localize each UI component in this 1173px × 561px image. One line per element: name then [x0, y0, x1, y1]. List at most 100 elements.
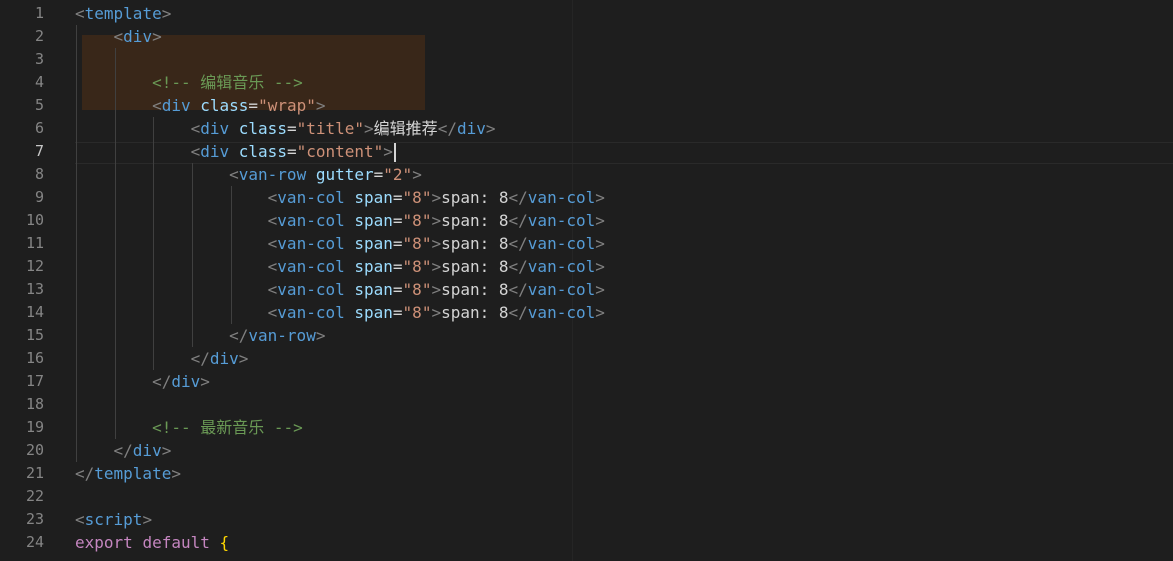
code-token: > — [431, 303, 442, 322]
code-token: > — [364, 119, 374, 138]
code-token: span: 8 — [441, 280, 509, 299]
code-token: van-col — [277, 280, 345, 299]
code-token: = — [286, 119, 297, 138]
code-token: > — [595, 234, 605, 253]
code-token: > — [431, 234, 442, 253]
code-token: template — [94, 464, 172, 483]
code-token: "8" — [402, 188, 432, 207]
code-line[interactable]: <div class="content"> — [75, 140, 1173, 163]
code-editor[interactable]: 1 2 3 4 5 6 7 8 9 10 11 12 13 14 15 16 17 18 19 20 21 22 23 24 … — [0, 0, 1173, 561]
code-line[interactable]: </div> — [75, 370, 1173, 393]
text-cursor — [393, 143, 396, 162]
code-line[interactable]: <div class="wrap"> — [75, 94, 1173, 117]
code-token: script — [84, 510, 143, 529]
code-token: </ — [508, 280, 528, 299]
line-number: 18 — [25, 395, 44, 413]
code-token: <!-- 最新音乐 --> — [152, 418, 303, 437]
code-area[interactable]: <template> <div> <!-- 编辑音乐 --> <div clas… — [75, 2, 1173, 554]
line-number: 4 — [34, 73, 44, 91]
code-token: > — [595, 280, 605, 299]
line-number: 22 — [25, 487, 44, 505]
code-line[interactable]: <van-row gutter="2"> — [75, 163, 1173, 186]
code-line[interactable]: <van-col span="8">span: 8</van-col> — [75, 209, 1173, 232]
line-number: 23 — [25, 510, 44, 528]
code-token: = — [373, 165, 384, 184]
code-token: span: 8 — [441, 211, 509, 230]
code-line[interactable]: </div> — [75, 347, 1173, 370]
code-token: > — [431, 188, 442, 207]
code-token: < — [267, 303, 278, 322]
code-line[interactable]: </div> — [75, 439, 1173, 462]
code-line[interactable]: <template> — [75, 2, 1173, 25]
code-token: < — [267, 280, 278, 299]
code-token: > — [383, 142, 393, 161]
code-token: class — [238, 142, 287, 161]
code-token: </ — [229, 326, 249, 345]
code-token: < — [229, 165, 239, 184]
code-token: van-row — [238, 165, 307, 184]
code-token: van-col — [527, 303, 596, 322]
code-token: span: 8 — [441, 188, 509, 207]
line-number: 13 — [25, 280, 44, 298]
code-line[interactable]: <div> — [75, 25, 1173, 48]
code-line[interactable] — [75, 48, 1173, 71]
code-line[interactable] — [75, 393, 1173, 416]
code-token: { — [219, 533, 230, 552]
code-token: "wrap" — [258, 96, 316, 115]
code-line[interactable]: </template> — [75, 462, 1173, 485]
code-token: = — [392, 303, 403, 322]
code-token: van-col — [527, 280, 596, 299]
code-line[interactable]: <div class="title">编辑推荐</div> — [75, 117, 1173, 140]
code-line[interactable]: </van-row> — [75, 324, 1173, 347]
code-token: </ — [113, 441, 133, 460]
code-token: van-col — [277, 188, 345, 207]
code-token: van-col — [277, 211, 345, 230]
line-number: 24 — [25, 533, 44, 551]
code-token: van-col — [277, 257, 345, 276]
code-token: van-col — [277, 234, 345, 253]
code-token: > — [595, 188, 605, 207]
code-token: > — [161, 441, 172, 460]
code-token: > — [485, 119, 496, 138]
code-token: </ — [508, 188, 528, 207]
code-token: "content" — [296, 142, 384, 161]
code-line[interactable]: <!-- 最新音乐 --> — [75, 416, 1173, 439]
code-token: > — [238, 349, 249, 368]
code-line[interactable]: <van-col span="8">span: 8</van-col> — [75, 255, 1173, 278]
code-token: > — [200, 372, 210, 391]
line-number: 15 — [25, 326, 44, 344]
code-line[interactable]: <van-col span="8">span: 8</van-col> — [75, 301, 1173, 324]
code-line[interactable]: <script> — [75, 508, 1173, 531]
code-token: </ — [190, 349, 210, 368]
line-number: 16 — [25, 349, 44, 367]
line-number-gutter: 1 2 3 4 5 6 7 8 9 10 11 12 13 14 15 16 17 18 19 20 21 22 23 24 — [0, 2, 60, 554]
code-token: = — [392, 211, 403, 230]
code-line[interactable]: export default { — [75, 531, 1173, 554]
code-line[interactable] — [75, 485, 1173, 508]
code-token: export — [75, 533, 133, 552]
code-token: </ — [75, 464, 95, 483]
code-token: div — [132, 441, 162, 460]
code-token: span — [354, 280, 393, 299]
line-number: 6 — [34, 119, 44, 137]
code-token: > — [595, 257, 605, 276]
code-token: </ — [508, 257, 528, 276]
code-line[interactable]: <van-col span="8">span: 8</van-col> — [75, 186, 1173, 209]
line-number: 19 — [25, 418, 44, 436]
code-token: "8" — [402, 234, 432, 253]
code-line[interactable]: <!-- 编辑音乐 --> — [75, 71, 1173, 94]
code-line[interactable]: <van-col span="8">span: 8</van-col> — [75, 232, 1173, 255]
code-token: > — [171, 464, 181, 483]
code-line[interactable]: <van-col span="8">span: 8</van-col> — [75, 278, 1173, 301]
